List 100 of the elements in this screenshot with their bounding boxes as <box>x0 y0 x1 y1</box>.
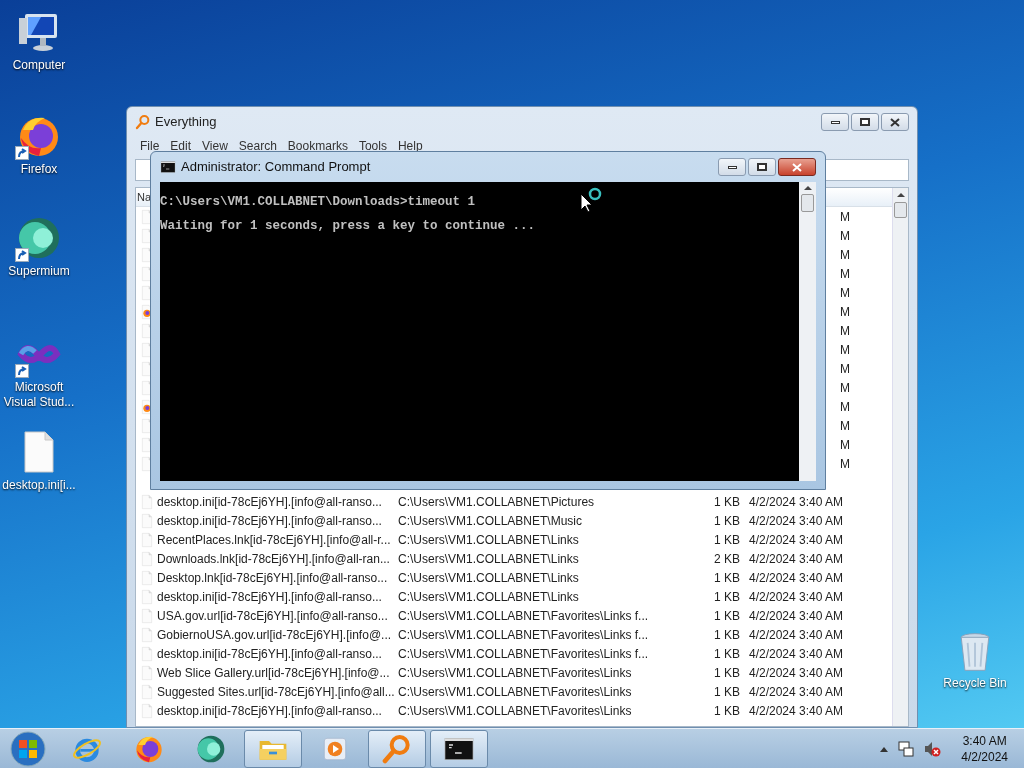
table-cell: M <box>840 266 850 281</box>
table-cell: M <box>840 437 850 452</box>
table-cell: M <box>840 418 850 433</box>
file-icon <box>139 569 155 586</box>
close-icon <box>792 162 802 172</box>
magnifier-icon <box>135 114 151 130</box>
table-cell-text: Web Slice Gallery.url[id-78cEj6YH].[info@... <box>157 664 391 682</box>
close-button[interactable] <box>778 158 816 176</box>
file-icon <box>139 607 155 624</box>
file-icon <box>139 550 155 567</box>
table-cell: M <box>840 247 850 262</box>
menu-item[interactable]: Help <box>397 136 423 155</box>
table-cell-text: 1 KB <box>714 569 740 587</box>
table-cell: M <box>840 380 850 395</box>
table-cell: M <box>840 456 850 471</box>
table-cell-text: C:\Users\VM1.COLLABNET\Music <box>398 512 584 530</box>
table-cell-text: desktop.ini[id-78cEj6YH].[info@all-ranso... <box>157 512 383 530</box>
table-cell-text: 4/2/2024 3:40 AM <box>749 626 844 644</box>
menu-item[interactable]: File <box>140 136 160 155</box>
file-icon <box>139 645 155 662</box>
table-cell-text: 1 KB <box>714 512 740 530</box>
table-cell-text: C:\Users\VM1.COLLABNET\Favorites\Links <box>398 683 633 701</box>
scrollbar[interactable] <box>892 188 908 726</box>
close-button[interactable] <box>881 113 909 131</box>
table-cell-text: 4/2/2024 3:40 AM <box>749 645 844 663</box>
table-cell-text: 4/2/2024 3:40 AM <box>749 493 844 511</box>
table-cell-text: 1 KB <box>714 702 740 720</box>
table-cell: M <box>840 323 850 338</box>
table-cell-text: 4/2/2024 3:40 AM <box>749 664 844 682</box>
menu-item[interactable]: Edit <box>170 136 192 155</box>
file-icon <box>139 626 155 643</box>
table-cell-text: 4/2/2024 3:40 AM <box>749 569 844 587</box>
table-cell-text: 4/2/2024 3:40 AM <box>749 512 844 530</box>
table-cell-text: 2 KB <box>714 550 740 568</box>
table-cell-text: desktop.ini[id-78cEj6YH].[info@all-ranso... <box>157 645 383 663</box>
table-cell-text: 1 KB <box>714 607 740 625</box>
table-cell-text: desktop.ini[id-78cEj6YH].[info@all-ranso... <box>157 588 383 606</box>
file-icon <box>139 512 155 529</box>
scrollbar[interactable] <box>799 182 816 481</box>
desktop-icon-label[interactable]: Firefox <box>0 162 78 177</box>
shortcut-arrow-icon <box>15 146 29 160</box>
desktop-icon-label[interactable]: Supermium <box>0 264 78 279</box>
minimize-button[interactable] <box>718 158 746 176</box>
menu-item[interactable]: View <box>202 136 228 155</box>
maximize-button[interactable] <box>748 158 776 176</box>
maximize-button[interactable] <box>851 113 879 131</box>
table-cell-text: C:\Users\VM1.COLLABNET\Favorites\Links f... <box>398 645 650 663</box>
taskbar-button[interactable] <box>430 729 488 768</box>
table-cell-text: 4/2/2024 3:40 AM <box>749 607 844 625</box>
table-cell-text: 1 KB <box>714 645 740 663</box>
table-cell-text: 4/2/2024 3:40 AM <box>749 702 844 720</box>
table-cell-text: 1 KB <box>714 626 740 644</box>
file-icon <box>139 588 155 605</box>
table-cell-text: USA.gov.url[id-78cEj6YH].[info@all-ranso... <box>157 607 389 625</box>
close-icon <box>890 117 900 127</box>
file-icon <box>139 531 155 548</box>
table-cell-text: 4/2/2024 3:40 AM <box>749 683 844 701</box>
terminal-icon <box>160 159 176 175</box>
start-button[interactable] <box>8 728 48 768</box>
table-cell: M <box>840 361 850 376</box>
table-cell: M <box>840 209 850 224</box>
desktop-icon-label[interactable]: desktop.ini[i... <box>0 478 78 493</box>
table-cell-text: 1 KB <box>714 664 740 682</box>
table-cell-text: desktop.ini[id-78cEj6YH].[info@all-ranso... <box>157 702 383 720</box>
menu-item[interactable]: Bookmarks <box>287 136 348 155</box>
file-icon <box>139 664 155 681</box>
table-cell: M <box>840 342 850 357</box>
console-line: Waiting for 1 seconds, press a key to continue ... <box>160 218 536 235</box>
table-cell: M <box>840 285 850 300</box>
table-cell-text: 1 KB <box>714 588 740 606</box>
table-cell: M <box>840 228 850 243</box>
console-line: C:\Users\VM1.COLLABNET\Downloads>timeout 1 <box>160 194 476 211</box>
table-cell-text: C:\Users\VM1.COLLABNET\Favorites\Links <box>398 664 633 682</box>
column-header-label: Na <box>137 189 152 205</box>
scroll-thumb[interactable] <box>894 202 907 218</box>
table-cell-text: RecentPlaces.lnk[id-78cEj6YH].[info@all-r... <box>157 531 392 549</box>
shortcut-arrow-icon <box>15 248 29 262</box>
table-cell-text: 1 KB <box>714 683 740 701</box>
desktop-icon-label[interactable]: Computer <box>0 58 78 73</box>
desktop-icon-label[interactable]: Microsoft Visual Stud... <box>0 380 78 410</box>
table-cell-text: Downloads.lnk[id-78cEj6YH].[info@all-ran... <box>157 550 391 568</box>
table-cell: M <box>840 304 850 319</box>
file-icon <box>139 493 155 510</box>
table-cell-text: Suggested Sites.url[id-78cEj6YH].[info@all... <box>157 683 396 701</box>
scroll-thumb[interactable] <box>801 194 814 212</box>
clock-time[interactable]: 3:40 AM <box>962 732 1007 749</box>
table-cell-text: C:\Users\VM1.COLLABNET\Favorites\Links f... <box>398 626 650 644</box>
window-title: Administrator: Command Prompt <box>181 158 371 177</box>
magnifier-icon <box>381 732 413 765</box>
menu-item[interactable]: Tools <box>358 136 387 155</box>
minimize-button[interactable] <box>821 113 849 131</box>
table-cell-text: 4/2/2024 3:40 AM <box>749 531 844 549</box>
window-title: Everything <box>155 113 217 132</box>
network-icon[interactable] <box>897 739 916 758</box>
menu-item[interactable]: Search <box>238 136 277 155</box>
table-cell-text: 1 KB <box>714 493 740 511</box>
table-cell-text: 1 KB <box>714 531 740 549</box>
clock-date[interactable]: 4/2/2024 <box>961 748 1008 765</box>
table-cell-text: Desktop.lnk[id-78cEj6YH].[info@all-ranso... <box>157 569 389 587</box>
table-cell-text: C:\Users\VM1.COLLABNET\Favorites\Links f... <box>398 607 650 625</box>
